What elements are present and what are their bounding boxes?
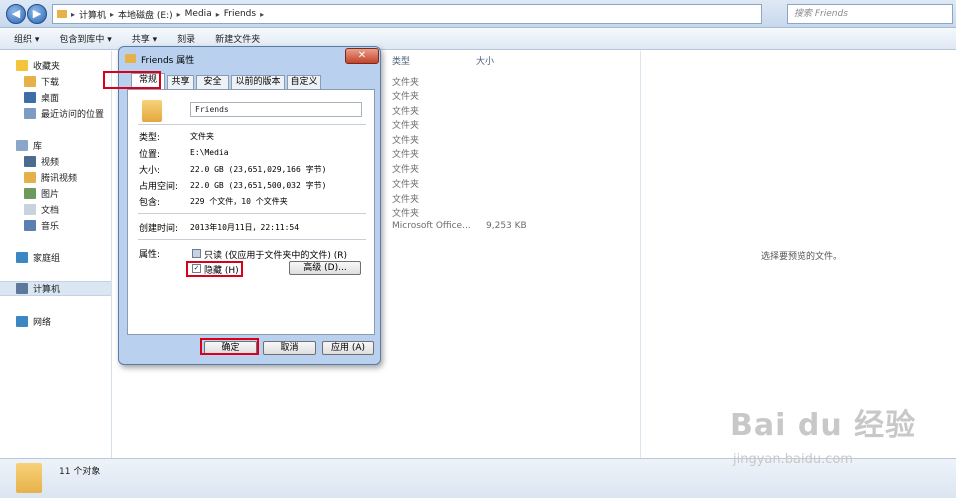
attributes-label: 属性:	[139, 250, 161, 260]
breadcrumb-media[interactable]: Media	[185, 9, 212, 19]
tab-security[interactable]: 安全	[196, 75, 229, 89]
table-row[interactable]: 文件夹	[392, 118, 637, 132]
highlight-hidden-checkbox	[186, 261, 243, 277]
document-icon	[24, 203, 36, 215]
divider	[138, 213, 366, 214]
navigation-pane: 收藏夹 下载 桌面 最近访问的位置 库 视频 腾讯视频 图片 文档 音乐 家庭组…	[0, 51, 112, 458]
dialog-title: Friends 属性	[141, 56, 195, 66]
nav-desktop[interactable]: 桌面	[24, 90, 59, 104]
folder-icon	[16, 463, 42, 493]
table-row[interactable]: Microsoft Office... 9,253 KB	[392, 221, 637, 235]
nav-pictures[interactable]: 图片	[24, 186, 59, 200]
item-count: 11 个对象	[59, 467, 101, 477]
tab-sharing[interactable]: 共享	[167, 75, 194, 89]
contains-label: 包含:	[139, 198, 161, 208]
table-row[interactable]: 文件夹	[392, 89, 637, 103]
picture-icon	[24, 187, 36, 199]
nav-music[interactable]: 音乐	[24, 218, 59, 232]
breadcrumb-computer[interactable]: 计算机	[79, 8, 106, 21]
properties-dialog: Friends 属性 ✕ 常规 共享 安全 以前的版本 自定义 Friends …	[118, 46, 381, 365]
star-icon	[16, 59, 28, 71]
homegroup-icon	[16, 251, 28, 263]
nav-computer[interactable]: 计算机	[0, 281, 111, 296]
nav-tencent-video[interactable]: 腾讯视频	[24, 170, 77, 184]
watermark-logo: Bai du 经验	[730, 408, 917, 443]
address-toolbar: ◀ ▶ ▸ 计算机 ▸ 本地磁盘 (E:) ▸ Media ▸ Friends …	[0, 0, 956, 28]
highlight-ok-button	[200, 338, 259, 355]
readonly-label: 只读 (仅应用于文件夹中的文件) (R)	[204, 251, 348, 261]
column-size[interactable]: 大小	[476, 54, 494, 67]
folder-icon	[142, 100, 162, 122]
computer-icon	[16, 283, 28, 294]
watermark-url: jingyan.baidu.com	[733, 452, 853, 467]
tab-previous-versions[interactable]: 以前的版本	[231, 75, 285, 89]
breadcrumb-friends[interactable]: Friends	[224, 9, 256, 19]
table-row[interactable]: 文件夹	[392, 104, 637, 118]
readonly-checkbox[interactable]	[192, 249, 201, 258]
type-label: 类型:	[139, 133, 161, 143]
created-value: 2013年10月11日，22:11:54	[190, 223, 300, 232]
nav-libraries[interactable]: 库	[16, 138, 42, 152]
search-input[interactable]: 搜索 Friends	[787, 4, 953, 24]
nav-network[interactable]: 网络	[16, 314, 51, 328]
nav-homegroup[interactable]: 家庭组	[16, 250, 60, 264]
nav-documents[interactable]: 文档	[24, 202, 59, 216]
contains-value: 229 个文件，10 个文件夹	[190, 197, 288, 206]
forward-button[interactable]: ▶	[27, 4, 47, 24]
nav-downloads[interactable]: 下载	[24, 74, 59, 88]
highlight-general-tab	[103, 71, 161, 89]
column-headers: 类型 大小	[384, 51, 639, 67]
preview-placeholder: 选择要预览的文件。	[761, 252, 843, 262]
share-button[interactable]: 共享 ▾	[132, 32, 157, 45]
nav-favorites[interactable]: 收藏夹	[16, 58, 60, 72]
include-in-library-button[interactable]: 包含到库中 ▾	[59, 32, 111, 45]
size-label: 大小:	[139, 166, 161, 176]
close-button[interactable]: ✕	[345, 48, 379, 64]
desktop-icon	[24, 91, 36, 103]
breadcrumb-drive[interactable]: 本地磁盘 (E:)	[118, 8, 173, 21]
folder-icon	[24, 171, 36, 183]
table-row[interactable]: 文件夹	[392, 177, 637, 191]
table-row[interactable]: 文件夹	[392, 75, 637, 89]
table-row[interactable]: 文件夹	[392, 133, 637, 147]
size-on-disk-label: 占用空间:	[139, 182, 179, 192]
created-label: 创建时间:	[139, 224, 179, 234]
size-on-disk-value: 22.0 GB (23,651,500,032 字节)	[190, 181, 327, 190]
table-row[interactable]: 文件夹	[392, 206, 637, 220]
network-icon	[16, 315, 28, 327]
tab-customize[interactable]: 自定义	[287, 75, 321, 89]
download-icon	[24, 75, 36, 87]
burn-button[interactable]: 刻录	[177, 32, 195, 45]
size-value: 22.0 GB (23,651,029,166 字节)	[190, 165, 327, 174]
preview-pane: 选择要预览的文件。	[640, 51, 956, 458]
table-row[interactable]: 文件夹	[392, 162, 637, 176]
new-folder-button[interactable]: 新建文件夹	[215, 32, 260, 45]
explorer-window: ◀ ▶ ▸ 计算机 ▸ 本地磁盘 (E:) ▸ Media ▸ Friends …	[0, 0, 956, 498]
dialog-tabs: 常规 共享 安全 以前的版本 自定义	[127, 73, 375, 89]
location-label: 位置:	[139, 150, 161, 160]
video-icon	[24, 155, 36, 167]
cancel-button[interactable]: 取消	[263, 341, 316, 355]
table-row[interactable]: 文件夹	[392, 147, 637, 161]
nav-videos[interactable]: 视频	[24, 154, 59, 168]
folder-icon	[57, 10, 67, 18]
music-icon	[24, 219, 36, 231]
address-bar[interactable]: ▸ 计算机 ▸ 本地磁盘 (E:) ▸ Media ▸ Friends ▸	[52, 4, 762, 24]
apply-button[interactable]: 应用 (A)	[322, 341, 374, 355]
table-row[interactable]: 文件夹	[392, 192, 637, 206]
back-button[interactable]: ◀	[6, 4, 26, 24]
recent-icon	[24, 107, 36, 119]
column-type[interactable]: 类型	[392, 54, 410, 67]
folder-name-field[interactable]: Friends	[190, 102, 362, 117]
library-icon	[16, 139, 28, 151]
general-panel: Friends 类型: 文件夹 位置: E:\Media 大小: 22.0 GB…	[127, 89, 375, 335]
location-value: E:\Media	[190, 148, 229, 157]
divider	[138, 239, 366, 240]
type-value: 文件夹	[190, 132, 214, 141]
folder-icon	[125, 54, 136, 63]
advanced-button[interactable]: 高级 (D)...	[289, 261, 361, 275]
divider	[138, 124, 366, 125]
nav-recent[interactable]: 最近访问的位置	[24, 106, 104, 120]
organize-button[interactable]: 组织 ▾	[14, 32, 39, 45]
